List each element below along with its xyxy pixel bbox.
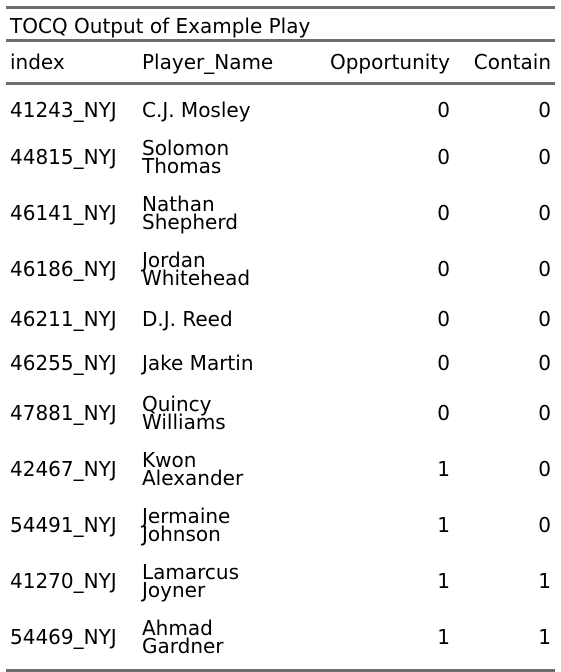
player-name-line: Gardner (142, 634, 224, 658)
cell-index: 41270_NYJ (10, 569, 117, 593)
player-name-line: Alexander (142, 466, 244, 490)
cell-player-name: Solomon Thomas (142, 129, 292, 185)
cell-opportunity: 1 (437, 457, 450, 481)
cell-opportunity: 0 (437, 98, 450, 122)
cell-opportunity: 0 (437, 307, 450, 331)
player-name-line: Whitehead (142, 266, 251, 290)
table-row: 54491_NYJ Jermaine Johnson 1 0 (6, 497, 555, 553)
cell-index: 46255_NYJ (10, 351, 117, 375)
player-name-line: D.J. Reed (142, 307, 233, 331)
table-title: TOCQ Output of Example Play (10, 14, 311, 38)
cell-contain: 0 (538, 401, 551, 425)
cell-opportunity: 0 (437, 201, 450, 225)
player-name-line: Thomas (142, 154, 222, 178)
player-name-line: Johnson (142, 522, 221, 546)
header-row: index Player_Name Opportunity Contain (6, 42, 555, 82)
cell-player-name: Jermaine Johnson (142, 497, 292, 553)
cell-player-name: Jordan Whitehead (142, 241, 292, 297)
cell-index: 46141_NYJ (10, 201, 117, 225)
table-row: 44815_NYJ Solomon Thomas 0 0 (6, 129, 555, 185)
cell-player-name: Nathan Shepherd (142, 185, 292, 241)
player-name-line: Williams (142, 410, 226, 434)
cell-player-name: D.J. Reed (142, 297, 292, 341)
cell-player-name: Ahmad Gardner (142, 609, 292, 665)
cell-index: 46211_NYJ (10, 307, 117, 331)
cell-player-name: C.J. Mosley (142, 85, 292, 129)
cell-contain: 0 (538, 307, 551, 331)
cell-opportunity: 0 (437, 401, 450, 425)
cell-contain: 0 (538, 457, 551, 481)
cell-index: 44815_NYJ (10, 145, 117, 169)
cell-opportunity: 0 (437, 257, 450, 281)
tocq-table: TOCQ Output of Example Play index Player… (6, 6, 555, 672)
table-row: 41243_NYJ C.J. Mosley 0 0 (6, 85, 555, 129)
cell-contain: 1 (538, 569, 551, 593)
cell-index: 54491_NYJ (10, 513, 117, 537)
data-table-body: 41243_NYJ C.J. Mosley 0 0 44815_NYJ Solomon Th… (6, 85, 555, 665)
cell-player-name: Kwon Alexander (142, 441, 292, 497)
table-header: index Player_Name Opportunity Contain (6, 42, 555, 82)
table-row: 41270_NYJ Lamarcus Joyner 1 1 (6, 553, 555, 609)
column-header-opportunity: Opportunity (329, 50, 450, 74)
cell-contain: 0 (538, 257, 551, 281)
column-header-player-name: Player_Name (142, 50, 274, 74)
cell-index: 47881_NYJ (10, 401, 117, 425)
table-row: 46186_NYJ Jordan Whitehead 0 0 (6, 241, 555, 297)
table-body: 41243_NYJ C.J. Mosley 0 0 44815_NYJ Solomon Th… (6, 85, 555, 665)
cell-contain: 1 (538, 625, 551, 649)
table-row: 46211_NYJ D.J. Reed 0 0 (6, 297, 555, 341)
cell-contain: 0 (538, 201, 551, 225)
table-row: 42467_NYJ Kwon Alexander 1 0 (6, 441, 555, 497)
cell-player-name: Jake Martin (142, 341, 292, 385)
cell-index: 41243_NYJ (10, 98, 117, 122)
table-row: 46141_NYJ Nathan Shepherd 0 0 (6, 185, 555, 241)
table-row: 47881_NYJ Quincy Williams 0 0 (6, 385, 555, 441)
cell-index: 54469_NYJ (10, 625, 117, 649)
cell-contain: 0 (538, 351, 551, 375)
cell-opportunity: 1 (437, 625, 450, 649)
player-name-line: Shepherd (142, 210, 238, 234)
player-name-line: C.J. Mosley (142, 98, 251, 122)
column-header-contain: Contain (473, 50, 551, 74)
cell-player-name: Quincy Williams (142, 385, 292, 441)
table-row: 54469_NYJ Ahmad Gardner 1 1 (6, 609, 555, 665)
cell-opportunity: 1 (437, 513, 450, 537)
cell-opportunity: 0 (437, 145, 450, 169)
cell-contain: 0 (538, 145, 551, 169)
cell-player-name: Lamarcus Joyner (142, 553, 292, 609)
column-header-index: index (10, 50, 65, 74)
cell-index: 46186_NYJ (10, 257, 117, 281)
cell-opportunity: 0 (437, 351, 450, 375)
player-name-line: Jake Martin (142, 351, 254, 375)
cell-opportunity: 1 (437, 569, 450, 593)
data-table: index Player_Name Opportunity Contain (6, 42, 555, 82)
table-row: 46255_NYJ Jake Martin 0 0 (6, 341, 555, 385)
cell-index: 42467_NYJ (10, 457, 117, 481)
cell-contain: 0 (538, 513, 551, 537)
cell-contain: 0 (538, 98, 551, 122)
